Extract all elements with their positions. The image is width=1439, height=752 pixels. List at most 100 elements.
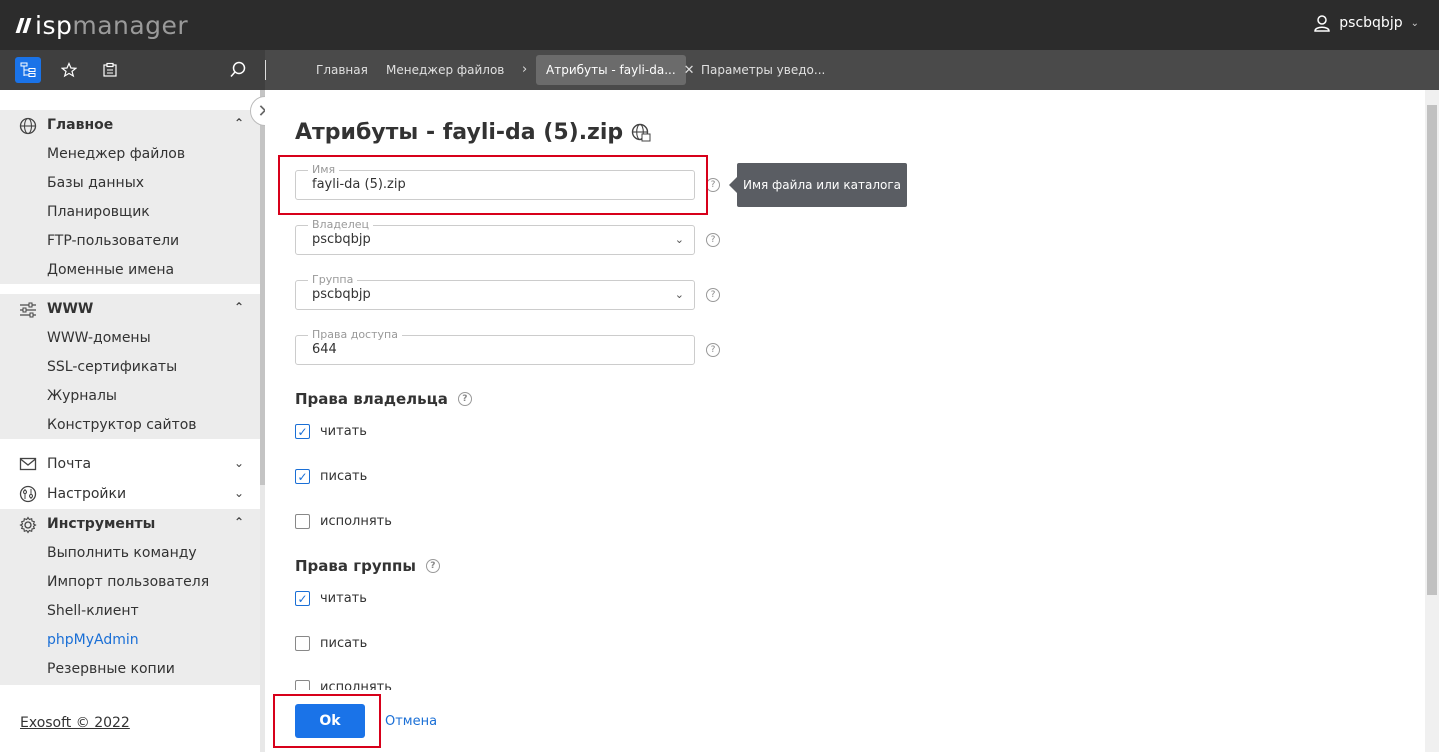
sidebar-group-tools: Инструменты ⌃ Выполнить команду Импорт п…: [0, 509, 260, 685]
sidebar-group-tools-label: Инструменты: [47, 516, 156, 532]
chevron-down-icon: ⌄: [674, 288, 684, 301]
checkbox-unchecked[interactable]: [295, 514, 310, 529]
sidebar-group-settings-label: Настройки: [47, 486, 127, 502]
permissions-field-value: 644: [312, 342, 337, 357]
logo-isp-text: isp: [35, 10, 73, 40]
globe-link-icon[interactable]: [631, 123, 651, 143]
tab-attributes[interactable]: Атрибуты - fayli-da... ✕: [536, 55, 695, 85]
page-scrollbar-thumb[interactable]: [1427, 105, 1437, 595]
cancel-link[interactable]: Отмена: [385, 714, 437, 729]
group-select[interactable]: Группа pscbqbjp ⌄: [295, 273, 695, 310]
sidebar-item-scheduler[interactable]: Планировщик: [0, 198, 260, 227]
sidebar-item-shell-client[interactable]: Shell-клиент: [0, 597, 260, 626]
sidebar-item-backups[interactable]: Резервные копии: [0, 655, 260, 684]
sidebar-item-domains[interactable]: Доменные имена: [0, 256, 260, 285]
sidebar-group-main: Главное ⌃ Менеджер файлов Базы данных Пл…: [0, 110, 260, 284]
help-icon[interactable]: ?: [706, 343, 720, 357]
help-icon[interactable]: ?: [457, 392, 472, 406]
tree-icon: [20, 62, 36, 77]
dashboard-button[interactable]: [97, 57, 123, 83]
mail-icon: [19, 457, 37, 471]
checkbox-checked[interactable]: ✓: [295, 469, 310, 484]
sidebar-item-phpmyadmin[interactable]: phpMyAdmin: [0, 626, 260, 655]
group-read-checkbox[interactable]: ✓ читать: [295, 591, 367, 606]
tab-attributes-label: Атрибуты - fayli-da...: [546, 63, 676, 77]
group-select-label: Группа: [308, 273, 358, 286]
permissions-field[interactable]: Права доступа 644: [295, 328, 695, 365]
user-icon: [1314, 15, 1331, 32]
help-icon[interactable]: ?: [706, 178, 720, 192]
chevron-down-icon: ⌄: [233, 486, 244, 500]
group-write-label: писать: [320, 636, 368, 651]
sidebar-item-file-manager[interactable]: Менеджер файлов: [0, 140, 260, 169]
user-menu[interactable]: pscbqbjp ⌄: [1313, 14, 1419, 32]
owner-select-label: Владелец: [308, 218, 373, 231]
tab-notification-params[interactable]: Параметры уведо...: [691, 55, 835, 85]
group-write-checkbox[interactable]: писать: [295, 636, 367, 651]
tooltip: Имя файла или каталога: [729, 163, 907, 207]
logo[interactable]: isp manager: [15, 8, 189, 42]
owner-rights-heading: Права владельца ?: [295, 390, 472, 408]
checkbox-checked[interactable]: ✓: [295, 591, 310, 606]
help-icon[interactable]: ?: [706, 233, 720, 247]
checkbox-checked[interactable]: ✓: [295, 424, 310, 439]
sidebar-item-ftp-users[interactable]: FTP-пользователи: [0, 227, 260, 256]
settings-icon: [19, 485, 37, 503]
chevron-down-icon: ⌄: [233, 456, 244, 470]
sidebar-group-mail-label: Почта: [47, 456, 92, 472]
sidebar-item-run-command[interactable]: Выполнить команду: [0, 539, 260, 568]
sidebar-item-site-builder[interactable]: Конструктор сайтов: [0, 411, 260, 440]
star-icon: [61, 62, 77, 78]
tab-file-manager[interactable]: Менеджер файлов: [376, 55, 514, 85]
divider: [265, 60, 266, 80]
checkbox-unchecked[interactable]: [295, 636, 310, 651]
sidebar-group-settings[interactable]: Настройки ⌄: [0, 479, 260, 509]
top-header: isp manager pscbqbjp ⌄: [0, 0, 1439, 50]
owner-select[interactable]: Владелец pscbqbjp ⌄: [295, 218, 695, 255]
highlight-box: [278, 155, 708, 215]
sidebar-group-www: WWW ⌃ WWW-домены SSL-сертификаты Журналы…: [0, 294, 260, 439]
owner-write-checkbox[interactable]: ✓ писать: [295, 469, 367, 484]
logo-manager-text: manager: [72, 10, 189, 40]
page-title-text: Атрибуты - fayli-da (5).zip: [295, 120, 624, 145]
globe-icon: [19, 117, 37, 135]
sidebar-item-ssl[interactable]: SSL-сертификаты: [0, 353, 260, 382]
menu-tree-button[interactable]: [15, 57, 41, 83]
sidebar-group-www-header[interactable]: WWW ⌃: [0, 294, 260, 324]
gear-icon: [19, 516, 37, 534]
tab-main[interactable]: Главная: [306, 55, 378, 85]
sidebar-group-mail[interactable]: Почта ⌄: [0, 449, 260, 479]
highlight-box: [273, 694, 381, 748]
search-button[interactable]: [225, 57, 251, 83]
owner-exec-checkbox[interactable]: исполнять: [295, 514, 392, 529]
group-rights-label: Права группы: [295, 557, 416, 575]
favorites-button[interactable]: [56, 57, 82, 83]
sidebar: Главное ⌃ Менеджер файлов Базы данных Пл…: [0, 90, 265, 752]
group-rights-heading: Права группы ?: [295, 557, 440, 575]
owner-write-label: писать: [320, 469, 368, 484]
chevron-down-icon: ⌄: [1410, 17, 1419, 29]
owner-read-label: читать: [320, 424, 367, 439]
chevron-up-icon: ⌃: [233, 116, 244, 130]
owner-exec-label: исполнять: [320, 514, 392, 529]
form-actions: [265, 690, 1425, 752]
sidebar-item-databases[interactable]: Базы данных: [0, 169, 260, 198]
sidebar-group-tools-header[interactable]: Инструменты ⌃: [0, 509, 260, 539]
owner-read-checkbox[interactable]: ✓ читать: [295, 424, 367, 439]
sidebar-item-import-user[interactable]: Импорт пользователя: [0, 568, 260, 597]
footer-copyright-link[interactable]: Exosoft © 2022: [20, 715, 130, 731]
sidebar-item-www-domains[interactable]: WWW-домены: [0, 324, 260, 353]
help-icon[interactable]: ?: [425, 559, 440, 573]
sidebar-item-logs[interactable]: Журналы: [0, 382, 260, 411]
clipboard-icon: [103, 62, 117, 77]
owner-select-value: pscbqbjp: [312, 232, 371, 247]
chevron-up-icon: ⌃: [233, 515, 244, 529]
username: pscbqbjp: [1339, 15, 1403, 31]
sliders-icon: [20, 302, 36, 318]
search-icon: [230, 61, 246, 77]
chevron-down-icon: ⌄: [674, 233, 684, 246]
help-icon[interactable]: ?: [706, 288, 720, 302]
logo-mark-icon: [15, 17, 32, 33]
owner-rights-label: Права владельца: [295, 390, 448, 408]
sidebar-group-main-header[interactable]: Главное ⌃: [0, 110, 260, 140]
